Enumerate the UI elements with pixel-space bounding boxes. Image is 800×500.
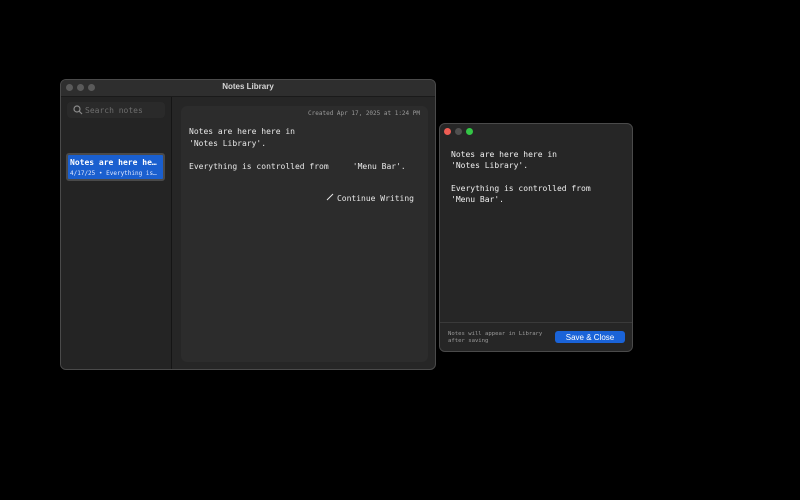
search-icon (73, 105, 83, 115)
editor-line: Notes are here here in (451, 150, 557, 159)
note-line: Everything is controlled from 'Menu Bar'… (189, 161, 406, 171)
save-hint: Notes will appear in Library after savin… (448, 331, 543, 344)
note-line: 'Notes Library'. (189, 138, 267, 148)
library-titlebar[interactable]: Notes Library (61, 80, 435, 97)
note-list-item[interactable]: Notes are here he… 4/17/25 • Everything … (66, 153, 165, 181)
pencil-icon (326, 193, 334, 201)
note-line: Notes are here here in (189, 127, 295, 136)
editor-line: Everything is controlled from (451, 183, 591, 193)
note-editor-window: Notes are here here in 'Notes Library'. … (439, 123, 633, 352)
sidebar: Notes are here he… 4/17/25 • Everything … (61, 97, 172, 369)
search-field[interactable] (67, 102, 165, 118)
note-preview-text: Notes are here here in 'Notes Library'. … (189, 126, 424, 172)
note-editor-textarea[interactable]: Notes are here here in 'Notes Library'. … (451, 149, 627, 205)
continue-writing-button[interactable]: Continue Writing (326, 193, 414, 203)
editor-line: 'Notes Library'. (451, 161, 529, 171)
created-timestamp: Created Apr 17, 2025 at 1:24 PM (308, 110, 420, 117)
editor-footer: Notes will appear in Library after savin… (440, 322, 632, 351)
minimize-icon[interactable] (455, 128, 462, 135)
note-line (189, 149, 424, 161)
window-title: Notes Library (222, 82, 274, 91)
continue-writing-label: Continue Writing (336, 194, 414, 203)
note-preview: Created Apr 17, 2025 at 1:24 PM Notes ar… (181, 106, 428, 362)
save-close-button[interactable]: Save & Close (555, 331, 625, 343)
notes-library-window: Notes Library Notes are here he… 4/17/25… (60, 79, 436, 370)
zoom-icon[interactable] (466, 128, 473, 135)
note-item-meta: 4/17/25 • Everything is… (70, 170, 157, 177)
editor-line: 'Menu Bar'. (451, 194, 504, 204)
close-icon[interactable] (444, 128, 451, 135)
search-input[interactable] (85, 103, 161, 117)
note-item-title: Notes are here he… (70, 158, 157, 167)
